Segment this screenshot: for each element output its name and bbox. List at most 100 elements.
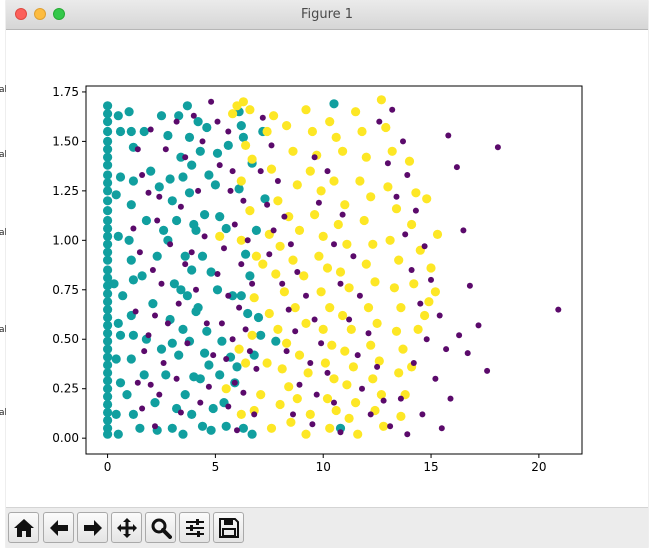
zoom-button[interactable] (145, 512, 176, 543)
data-point (193, 286, 199, 293)
data-point (173, 118, 180, 125)
data-point (103, 231, 113, 241)
data-point (221, 245, 227, 252)
data-point (193, 303, 203, 313)
data-point (218, 320, 225, 327)
data-point (126, 126, 136, 137)
data-point (195, 146, 205, 156)
data-point (355, 176, 365, 186)
data-point (420, 310, 430, 321)
data-point (200, 210, 210, 220)
y-tick-label: 0.75 (52, 283, 79, 297)
data-point (354, 352, 361, 359)
data-point (311, 316, 318, 323)
back-button[interactable] (43, 512, 74, 543)
data-point (225, 128, 232, 135)
data-point (412, 207, 419, 214)
data-point (379, 421, 389, 431)
scatter-plot[interactable]: 0 5 10 15 20 0.00 0.25 0.50 0.75 1.00 1.25 1.50 1.75 (6, 30, 648, 507)
data-point (361, 152, 371, 162)
data-point (460, 227, 467, 234)
data-point (368, 374, 378, 384)
data-point (223, 140, 233, 150)
data-point (103, 247, 113, 257)
data-point (269, 111, 279, 121)
data-point (344, 283, 354, 293)
x-tick-label: 20 (531, 460, 546, 474)
home-button[interactable] (8, 512, 39, 543)
data-point (351, 107, 361, 117)
data-point (103, 152, 113, 162)
data-point (320, 358, 330, 368)
data-point (118, 291, 128, 301)
y-tick-label: 1.50 (52, 134, 79, 148)
data-point (165, 174, 175, 184)
data-point (241, 249, 251, 259)
data-point (292, 394, 302, 404)
figure-canvas[interactable]: 0 5 10 15 20 0.00 0.25 0.50 0.75 1.00 1.25 1.50 1.75 (6, 30, 648, 507)
pan-button[interactable] (111, 512, 142, 543)
data-point (342, 239, 352, 249)
data-point (251, 251, 261, 261)
save-button[interactable] (213, 512, 244, 543)
y-tick-label: 1.00 (52, 233, 79, 247)
data-point (296, 381, 303, 388)
data-point (366, 340, 376, 350)
data-point (249, 293, 259, 303)
y-tick-label: 0.00 (52, 431, 79, 445)
data-point (236, 121, 246, 131)
data-point (227, 187, 234, 194)
data-point (301, 105, 311, 115)
data-point (318, 340, 325, 347)
data-point (428, 276, 434, 283)
data-point (357, 126, 367, 137)
data-point (303, 368, 313, 378)
title-bar[interactable]: Figure 1 (6, 0, 648, 30)
data-point (394, 368, 404, 378)
data-point (103, 126, 113, 137)
data-point (103, 344, 113, 354)
data-point (161, 370, 171, 380)
data-point (329, 99, 339, 109)
data-point (216, 162, 223, 169)
data-point (257, 168, 264, 175)
data-point (232, 362, 242, 372)
data-point (115, 330, 126, 340)
data-point (475, 322, 482, 329)
data-point (195, 187, 202, 194)
data-point (385, 235, 395, 245)
data-point (188, 249, 195, 256)
data-point (242, 326, 249, 333)
data-point (466, 282, 473, 289)
navigation-toolbar (6, 507, 648, 548)
data-point (365, 330, 372, 337)
data-point (231, 221, 238, 228)
data-point (103, 415, 113, 425)
data-point (206, 425, 216, 435)
data-point (210, 352, 217, 359)
data-point (407, 219, 417, 230)
data-point (204, 170, 214, 180)
data-point (372, 318, 382, 328)
data-point (103, 239, 113, 249)
data-point (103, 215, 113, 226)
data-point (329, 374, 339, 384)
data-point (294, 225, 305, 235)
data-point (150, 398, 160, 408)
data-point (404, 431, 411, 438)
zoom-magnifier-icon (151, 518, 172, 539)
data-point (456, 332, 463, 339)
data-point (111, 409, 121, 419)
data-point (411, 188, 421, 198)
data-point (290, 411, 296, 418)
data-point (182, 261, 189, 268)
data-point (135, 423, 145, 433)
data-point (282, 338, 292, 348)
data-point (383, 182, 393, 192)
configure-subplots-button[interactable] (179, 512, 210, 543)
data-point (128, 275, 138, 285)
forward-button[interactable] (77, 512, 108, 543)
data-point (152, 423, 158, 430)
data-point (103, 336, 113, 346)
data-point (103, 117, 113, 127)
